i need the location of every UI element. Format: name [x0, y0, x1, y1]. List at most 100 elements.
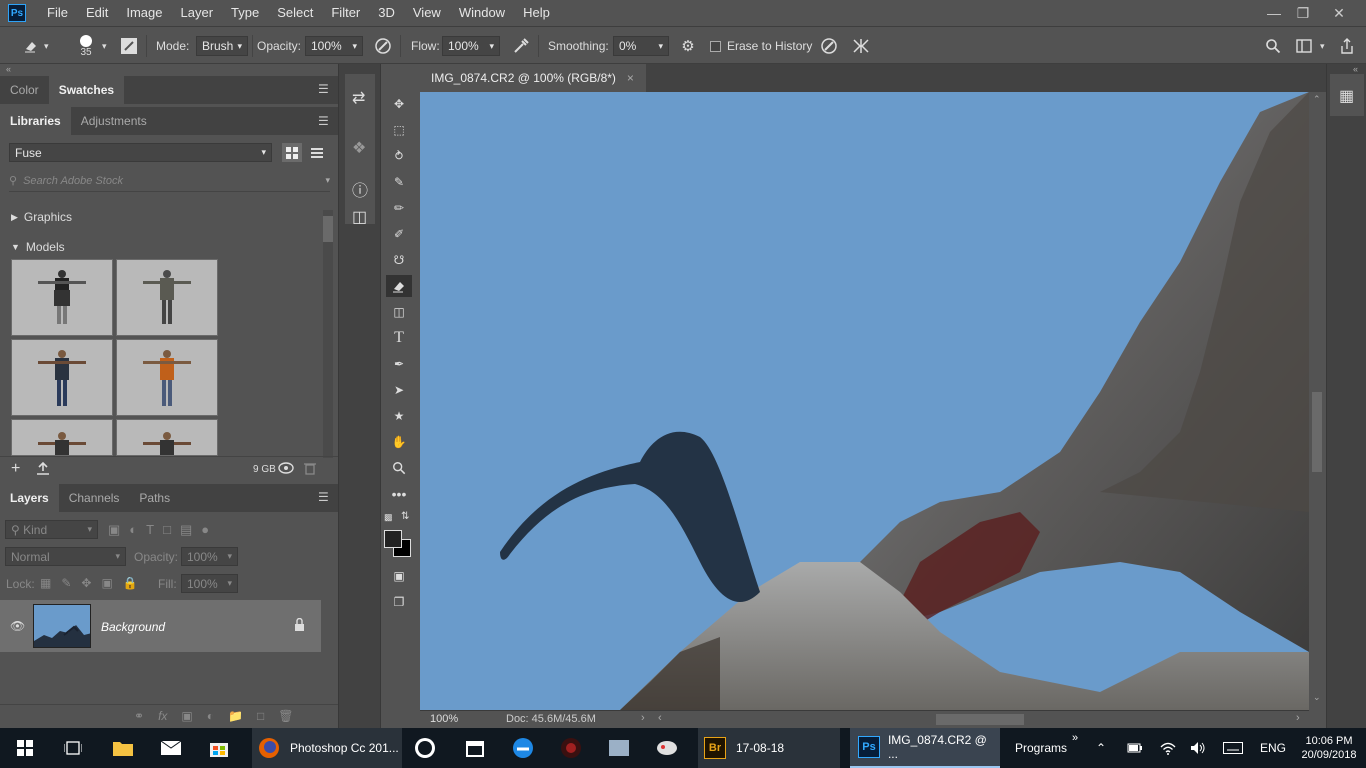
- scroll-left-icon[interactable]: ‹: [658, 712, 662, 724]
- chevron-down-icon[interactable]: ▾: [1320, 27, 1325, 65]
- app-red-icon[interactable]: [560, 728, 582, 768]
- menu-select[interactable]: Select: [268, 0, 322, 26]
- status-menu-arrow-icon[interactable]: ›: [641, 712, 645, 724]
- edge-icon[interactable]: [512, 728, 534, 768]
- unreal-icon[interactable]: [414, 728, 436, 768]
- tab-libraries[interactable]: Libraries: [0, 107, 71, 135]
- adjustment-layer-icon[interactable]: ◐: [207, 709, 214, 723]
- menu-type[interactable]: Type: [222, 0, 268, 26]
- info-icon[interactable]: ⓘ: [352, 177, 368, 201]
- quick-mask-icon[interactable]: ▣: [386, 565, 412, 587]
- clock[interactable]: 10:06 PM 20/09/2018: [1300, 728, 1358, 768]
- brush-presets-icon[interactable]: ❖: [352, 138, 366, 158]
- share-icon[interactable]: [1337, 27, 1357, 65]
- foreground-color-swatch[interactable]: [384, 530, 402, 548]
- model-thumbnail[interactable]: [116, 419, 218, 456]
- windows-start-icon[interactable]: [14, 728, 36, 768]
- collapse-right-dock-icon[interactable]: «: [1353, 64, 1358, 74]
- search-icon[interactable]: [1263, 27, 1283, 65]
- chevron-down-icon[interactable]: ▾: [44, 27, 49, 65]
- pressure-opacity-icon[interactable]: [372, 27, 394, 65]
- brush-settings-icon[interactable]: [118, 27, 140, 65]
- tab-layers[interactable]: Layers: [0, 484, 59, 512]
- library-select[interactable]: Fuse ▾: [9, 143, 272, 162]
- fill-field[interactable]: 100% ▾: [181, 574, 238, 593]
- volume-icon[interactable]: [1190, 728, 1206, 768]
- taskbar-bridge-window[interactable]: Br 17-08-18: [698, 728, 840, 768]
- calendar-icon[interactable]: [464, 728, 486, 768]
- opacity-field[interactable]: 100% ▾: [305, 36, 363, 56]
- vertical-scrollbar[interactable]: ⌃ ⌄: [1309, 92, 1326, 710]
- panel-menu-icon[interactable]: ☰: [318, 490, 330, 504]
- add-icon[interactable]: +: [11, 460, 20, 478]
- type-tool-icon[interactable]: T: [386, 327, 412, 349]
- 3d-icon[interactable]: ◫: [352, 207, 367, 227]
- menu-window[interactable]: Window: [450, 0, 514, 26]
- app-paint-icon[interactable]: [656, 728, 678, 768]
- model-thumbnail[interactable]: [11, 259, 113, 336]
- more-tools-icon[interactable]: •••: [386, 483, 412, 505]
- blend-mode-select[interactable]: Normal ▾: [5, 547, 126, 566]
- tab-channels[interactable]: Channels: [59, 484, 130, 512]
- brush-size-picker[interactable]: 35: [76, 27, 96, 65]
- file-explorer-icon[interactable]: [112, 728, 134, 768]
- restore-icon[interactable]: ❐: [1288, 0, 1318, 26]
- shape-tool-icon[interactable]: ★: [386, 405, 412, 427]
- type-filter-icon[interactable]: T: [146, 522, 154, 538]
- lock-position-icon[interactable]: ✥: [81, 576, 91, 590]
- list-view-icon[interactable]: [308, 143, 326, 162]
- model-thumbnail[interactable]: [116, 259, 218, 336]
- history-icon[interactable]: ⇄: [352, 88, 365, 108]
- smart-object-filter-icon[interactable]: ▤: [180, 522, 192, 538]
- symmetry-icon[interactable]: [850, 27, 872, 65]
- grid-view-icon[interactable]: [282, 143, 302, 162]
- minimize-icon[interactable]: —: [1259, 0, 1289, 26]
- panel-menu-icon[interactable]: ☰: [318, 114, 330, 128]
- delete-layer-icon[interactable]: 🗑: [278, 709, 293, 723]
- taskbar-photoshop-window[interactable]: Ps IMG_0874.CR2 @ ...: [850, 728, 1000, 768]
- scrollbar-thumb[interactable]: [323, 216, 333, 242]
- flow-field[interactable]: 100% ▾: [442, 36, 500, 56]
- library-scrollbar[interactable]: [323, 210, 333, 458]
- scroll-up-icon[interactable]: ⌃: [1313, 94, 1321, 105]
- store-icon[interactable]: [208, 728, 230, 768]
- adjustment-filter-icon[interactable]: ◐: [129, 522, 137, 538]
- properties-panel-icon[interactable]: ▦: [1330, 74, 1364, 116]
- marquee-tool-icon[interactable]: ⬚: [386, 119, 412, 141]
- document-tab[interactable]: IMG_0874.CR2 @ 100% (RGB/8*) ×: [420, 64, 646, 92]
- chevron-down-icon[interactable]: ▾: [102, 27, 107, 65]
- menu-file[interactable]: File: [38, 0, 77, 26]
- group-models[interactable]: ▼ Models: [11, 240, 65, 254]
- tray-expand-icon[interactable]: ⌃: [1096, 728, 1106, 768]
- lasso-tool-icon[interactable]: ⥁: [386, 145, 412, 167]
- lock-artboard-icon[interactable]: ▣: [101, 576, 112, 590]
- new-group-icon[interactable]: 📁: [228, 709, 243, 723]
- tab-paths[interactable]: Paths: [129, 484, 180, 512]
- erase-to-history-checkbox[interactable]: Erase to History: [710, 27, 812, 65]
- keyboard-icon[interactable]: [1223, 728, 1243, 768]
- zoom-tool-icon[interactable]: [386, 457, 412, 479]
- hand-tool-icon[interactable]: ✋: [386, 431, 412, 453]
- group-graphics[interactable]: ▶ Graphics: [11, 210, 72, 224]
- visibility-eye-icon[interactable]: 👁: [10, 619, 25, 633]
- menu-help[interactable]: Help: [514, 0, 559, 26]
- close-tab-icon[interactable]: ×: [627, 71, 634, 85]
- gradient-tool-icon[interactable]: ◫: [386, 301, 412, 323]
- brush-tool-icon[interactable]: ✐: [386, 223, 412, 245]
- task-view-icon[interactable]: [62, 728, 84, 768]
- lock-all-icon[interactable]: 🔒: [123, 576, 138, 590]
- move-tool-icon[interactable]: ✥: [386, 93, 412, 115]
- model-thumbnail[interactable]: [11, 339, 113, 416]
- tab-color[interactable]: Color: [0, 76, 49, 104]
- new-layer-icon[interactable]: □: [257, 709, 264, 723]
- checkbox-box[interactable]: [710, 40, 721, 52]
- layer-mask-icon[interactable]: ▣: [181, 709, 192, 723]
- stock-search-input[interactable]: ⚲ Search Adobe Stock ▾: [9, 170, 330, 192]
- app-window-icon[interactable]: [608, 728, 630, 768]
- eraser-preset-icon[interactable]: [20, 27, 42, 65]
- eraser-tool-icon[interactable]: [386, 275, 412, 297]
- toolbar-expand-icon[interactable]: »: [1072, 728, 1078, 768]
- menu-edit[interactable]: Edit: [77, 0, 117, 26]
- model-thumbnail[interactable]: [11, 419, 113, 456]
- gear-icon[interactable]: ⚙: [678, 27, 698, 65]
